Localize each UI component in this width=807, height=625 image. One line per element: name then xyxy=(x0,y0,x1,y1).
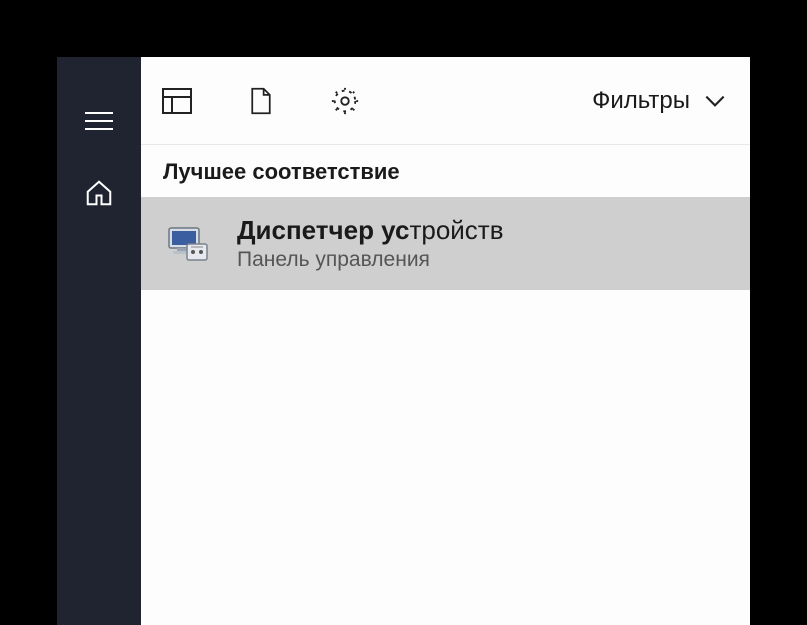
device-manager-icon xyxy=(163,220,211,268)
chevron-down-icon xyxy=(702,88,728,114)
result-title: Диспетчер устройств xyxy=(237,215,504,246)
result-title-match: Диспетчер ус xyxy=(237,215,409,245)
main-panel: Фильтры Лучшее соответствие xyxy=(141,57,750,625)
document-icon xyxy=(247,85,275,117)
result-title-rest: тройств xyxy=(409,215,503,245)
home-button[interactable] xyxy=(57,157,141,229)
documents-scope-button[interactable] xyxy=(245,85,277,117)
gear-icon xyxy=(330,86,360,116)
scope-icons xyxy=(151,85,361,117)
apps-scope-button[interactable] xyxy=(161,85,193,117)
hamburger-icon xyxy=(85,112,113,130)
search-window: Фильтры Лучшее соответствие xyxy=(57,57,750,625)
sidebar xyxy=(57,57,141,625)
result-text: Диспетчер устройств Панель управления xyxy=(237,215,504,272)
menu-button[interactable] xyxy=(57,85,141,157)
best-match-header: Лучшее соответствие xyxy=(141,145,750,197)
settings-scope-button[interactable] xyxy=(329,85,361,117)
filters-dropdown[interactable]: Фильтры xyxy=(592,87,728,115)
home-icon xyxy=(84,178,114,208)
result-device-manager[interactable]: Диспетчер устройств Панель управления xyxy=(141,197,750,290)
apps-icon xyxy=(161,85,193,117)
result-subtitle: Панель управления xyxy=(237,248,504,272)
topbar: Фильтры xyxy=(141,57,750,145)
filters-label: Фильтры xyxy=(592,87,690,115)
